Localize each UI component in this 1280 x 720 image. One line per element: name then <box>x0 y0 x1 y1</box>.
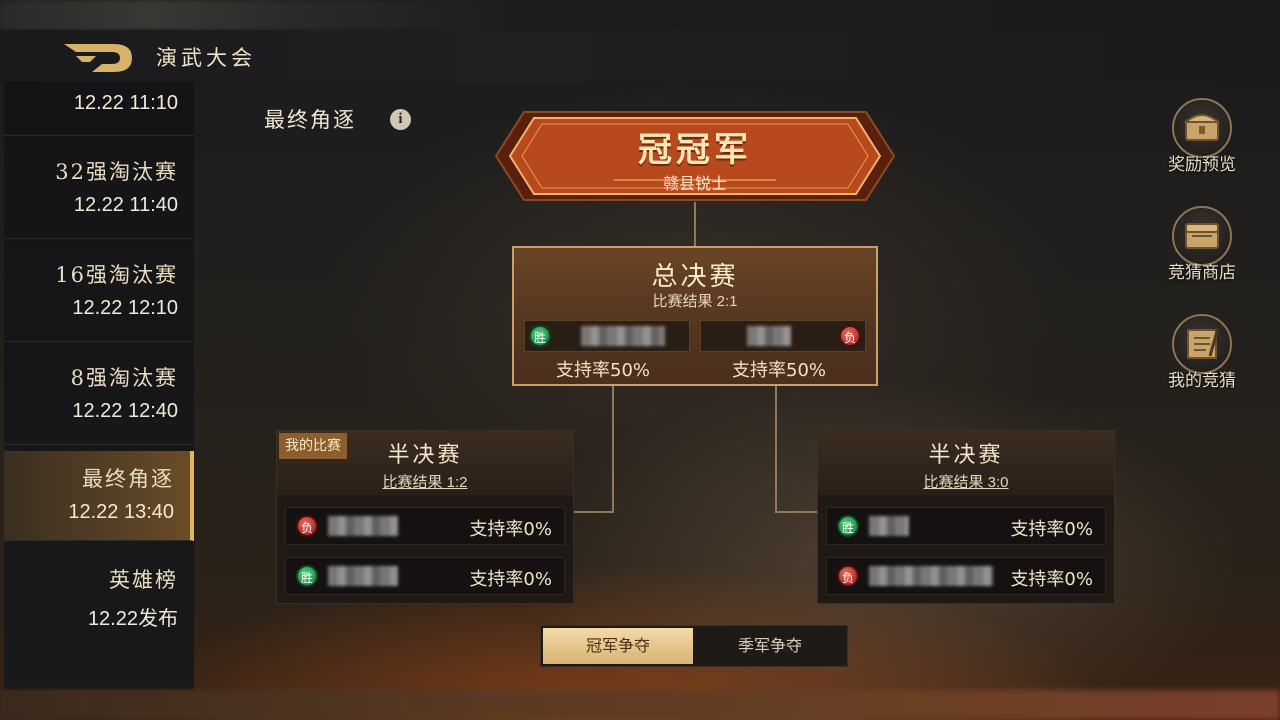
shop-chest-icon <box>1172 206 1232 266</box>
semifinal-player-row[interactable]: 胜 支持率0% <box>826 507 1106 545</box>
sidebar-item-label: 英雄榜 <box>109 568 178 592</box>
sidebar-item-time: 12.22 12:10 <box>72 297 178 319</box>
side-button-label: 竞猜商店 <box>1168 263 1236 283</box>
sidebar-item-time: 12.22发布 <box>87 608 178 630</box>
game-logo-icon[interactable] <box>62 38 138 78</box>
semifinal-header: 半决赛 比赛结果 3:0 <box>818 431 1114 495</box>
tab-champion[interactable]: 冠军争夺 <box>543 628 693 664</box>
sidebar-item-previous[interactable]: 12.22 11:10 <box>4 82 194 136</box>
sidebar-item-label: 8强淘汰赛 <box>70 366 178 390</box>
semifinal-player-row[interactable]: 负 支持率0% <box>285 507 565 545</box>
support-rate: 支持率0% <box>469 569 552 590</box>
semifinal-result: 比赛结果 1:2 <box>382 474 468 491</box>
sidebar-item-round-8[interactable]: 8强淘汰赛 12.22 12:40 <box>4 342 194 445</box>
sidebar-item-time: 12.22 12:40 <box>72 400 178 422</box>
side-button-label: 我的竞猜 <box>1168 371 1236 391</box>
final-title: 总决赛 <box>651 262 739 292</box>
win-badge-icon: 胜 <box>837 515 859 537</box>
bracket-line <box>775 511 819 513</box>
stage-sidebar: 12.22 11:10 32强淘汰赛 12.22 11:40 16强淘汰赛 12… <box>4 82 194 690</box>
semifinal-result: 比赛结果 3:0 <box>923 474 1009 491</box>
final-result: 比赛结果 2:1 <box>652 293 738 310</box>
semifinal-panel-left[interactable]: 半决赛 比赛结果 1:2 我的比赛 负 支持率0% 胜 支持率0% <box>276 430 574 604</box>
final-left-support: 支持率50% <box>556 360 651 381</box>
blurred-player-name <box>581 326 665 346</box>
win-badge-icon: 胜 <box>296 565 318 587</box>
final-right-player[interactable]: 负 <box>700 320 866 352</box>
support-rate: 支持率0% <box>1010 519 1093 540</box>
champion-title: 冠冠军 <box>638 130 752 170</box>
sidebar-item-label: 最终角逐 <box>82 467 174 491</box>
side-button-label: 奖励预览 <box>1168 155 1236 175</box>
blurred-player-name <box>747 326 791 346</box>
tab-third-place[interactable]: 季军争夺 <box>695 628 845 664</box>
sidebar-item-time: 12.22 11:40 <box>73 194 178 216</box>
section-title: 最终角逐 <box>264 108 356 132</box>
semifinal-player-row[interactable]: 胜 支持率0% <box>285 557 565 595</box>
bracket-tabs: 冠军争夺 季军争夺 <box>540 625 848 667</box>
win-badge-icon: 胜 <box>529 325 551 347</box>
sidebar-item-round-32[interactable]: 32强淘汰赛 12.22 11:40 <box>4 136 194 239</box>
bracket-line <box>694 202 696 246</box>
page-title: 演武大会 <box>156 46 256 70</box>
bracket-line <box>612 386 614 512</box>
sidebar-item-round-16[interactable]: 16强淘汰赛 12.22 12:10 <box>4 239 194 342</box>
semifinal-panel-right[interactable]: 半决赛 比赛结果 3:0 胜 支持率0% 负 支持率0% <box>817 430 1115 604</box>
bet-shop-button[interactable]: 竞猜商店 <box>1150 206 1254 302</box>
my-bets-button[interactable]: 我的竞猜 <box>1150 314 1254 410</box>
blurred-player-name <box>328 516 398 536</box>
sidebar-item-time: 12.22 11:10 <box>73 92 178 114</box>
sidebar-item-time: 12.22 13:40 <box>68 501 174 523</box>
lose-badge-icon: 负 <box>837 565 859 587</box>
sidebar-item-hero-board[interactable]: 英雄榜 12.22发布 <box>4 548 194 651</box>
reward-preview-button[interactable]: 奖励预览 <box>1150 98 1254 194</box>
blurred-player-name <box>869 516 909 536</box>
sidebar-item-label: 32强淘汰赛 <box>55 160 178 184</box>
blurred-player-name <box>328 566 398 586</box>
support-rate: 支持率0% <box>1010 569 1093 590</box>
semifinal-player-row[interactable]: 负 支持率0% <box>826 557 1106 595</box>
top-status-bar <box>0 0 1280 30</box>
blurred-player-name <box>869 566 993 586</box>
header-bar: 演武大会 <box>0 30 1280 82</box>
game-screen: 演武大会 12.22 11:10 32强淘汰赛 12.22 11:40 16强淘… <box>0 0 1280 720</box>
champion-team-name: 赣县锐士 <box>662 176 727 193</box>
semifinal-title: 半决赛 <box>928 443 1004 468</box>
sidebar-item-final[interactable]: 最终角逐 12.22 13:40 <box>4 451 194 541</box>
sidebar-item-label: 16强淘汰赛 <box>55 263 178 287</box>
bracket-line <box>574 511 614 513</box>
final-right-support: 支持率50% <box>732 360 827 381</box>
info-icon[interactable]: i <box>390 109 411 130</box>
chest-icon <box>1172 98 1232 158</box>
champion-banner: 冠冠军 赣县锐士 <box>494 110 896 202</box>
lose-badge-icon: 负 <box>296 515 318 537</box>
support-rate: 支持率0% <box>469 519 552 540</box>
final-left-player[interactable]: 胜 <box>524 320 690 352</box>
lose-badge-icon: 负 <box>839 325 861 347</box>
final-match-panel[interactable]: 总决赛 比赛结果 2:1 胜 负 支持率50% 支持率50% <box>512 246 878 386</box>
my-match-tag: 我的比赛 <box>279 433 347 459</box>
scroll-icon <box>1172 314 1232 374</box>
bottom-bar <box>0 690 1280 720</box>
bracket-line <box>775 386 777 512</box>
